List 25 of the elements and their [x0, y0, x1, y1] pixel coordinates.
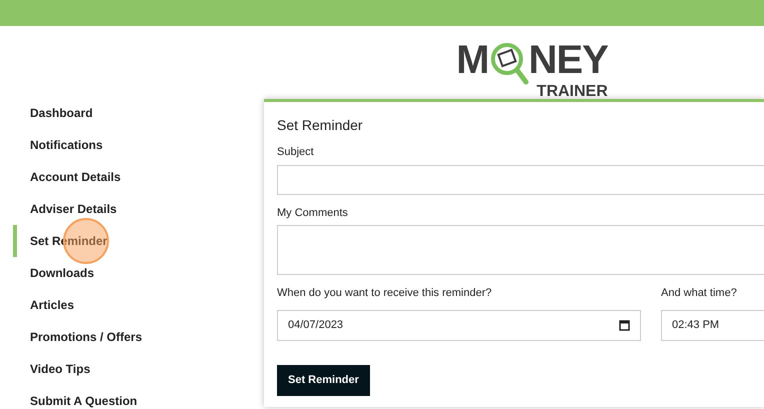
field-label: Subject: [277, 145, 315, 160]
calendar-icon: [619, 320, 630, 330]
comments-field[interactable]: [277, 225, 764, 275]
sidebar-item[interactable]: Submit A Question: [30, 392, 138, 409]
logo-subtitle: TRAINER: [536, 84, 608, 100]
date-field[interactable]: 04/07/2023: [277, 310, 641, 340]
field-label: When do you want to receive this reminder?: [277, 286, 493, 301]
sidebar-item[interactable]: Adviser Details: [30, 200, 117, 218]
sidebar-item[interactable]: Notifications: [30, 136, 103, 154]
sidebar-item[interactable]: Downloads: [30, 264, 94, 282]
field-label: My Comments: [277, 206, 349, 220]
sidebar-item[interactable]: Account Details: [30, 168, 121, 186]
logo-text: NEY: [528, 42, 608, 78]
logo-text: M: [456, 42, 489, 78]
sidebar-item[interactable]: Promotions / Offers: [30, 328, 142, 346]
field-label: And what time?: [661, 286, 738, 301]
time-field[interactable]: 02:43 PM: [661, 310, 764, 340]
magnifier-icon: [488, 42, 529, 86]
sidebar-item[interactable]: Video Tips: [30, 360, 90, 378]
sidebar-item[interactable]: Dashboard: [30, 104, 93, 122]
sidebar-item[interactable]: Set Reminder: [30, 232, 108, 250]
form-title: Set Reminder: [277, 116, 364, 135]
set-reminder-button[interactable]: Set Reminder: [277, 364, 370, 396]
sidebar-item[interactable]: Articles: [30, 296, 74, 314]
subject-field[interactable]: [277, 164, 764, 194]
